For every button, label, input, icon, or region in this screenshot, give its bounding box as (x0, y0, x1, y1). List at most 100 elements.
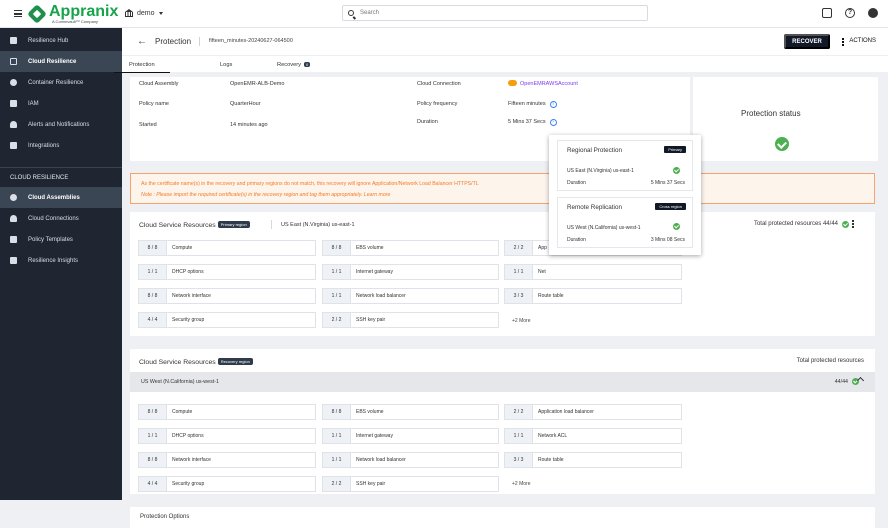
sidebar: Resilience Hub Cloud Resilience Containe… (0, 28, 122, 500)
container-icon (10, 79, 17, 86)
check-circle-icon (842, 221, 849, 228)
check-circle-icon (775, 137, 789, 151)
resource-route-table: 3 / 3 Route table (504, 288, 682, 304)
sidebar-item-policy-templates[interactable]: Policy Templates (0, 229, 122, 250)
recover-button[interactable]: RECOVER (784, 34, 830, 49)
template-icon (10, 236, 17, 243)
policy-frequency: Fifteen minutes i (508, 101, 557, 108)
remote-replication-title: Remote Replication (567, 204, 622, 211)
more-recovery-resources-link[interactable]: +2 More (512, 481, 530, 487)
tabs: Protection Logs Recovery 0 (114, 55, 888, 73)
insight-icon (10, 257, 17, 264)
recovery-count-badge: 0 (304, 62, 311, 67)
integration-icon (10, 142, 17, 149)
primary-region-badge: Primary region (217, 221, 250, 228)
recovery-region-row[interactable]: US West (N.California) us-west-1 44/44 (130, 372, 875, 392)
more-resources-link[interactable]: +2 More (512, 318, 530, 324)
recovery-resource-ebs-volume: 8 / 8 EBS volume (322, 404, 499, 420)
tenant-name: demo (137, 9, 155, 17)
cloud-icon (508, 80, 517, 86)
certificate-warning: As the certificate name(s) in the recove… (130, 173, 875, 204)
more-vertical-icon[interactable] (852, 220, 854, 228)
resilience-icon (10, 58, 17, 65)
home-icon (10, 37, 17, 44)
duration: 5 Mins 37 Secs › (508, 119, 557, 126)
tab-logs[interactable]: Logs (220, 62, 232, 68)
arrow-right-icon[interactable]: › (549, 119, 557, 126)
bank-admin-icon[interactable] (822, 8, 832, 18)
sidebar-section-title: CLOUD RESILIENCE (0, 167, 122, 187)
sidebar-item-cloud-assemblies[interactable]: Cloud Assemblies (0, 187, 122, 208)
protection-options-title: Protection Options (140, 514, 190, 520)
sidebar-item-iam[interactable]: IAM (0, 93, 122, 114)
recovery-region-count: 44/44 (834, 379, 848, 385)
sidebar-item-cloud-resilience[interactable]: Cloud Resilience (0, 51, 122, 72)
sidebar-item-cloud-connections[interactable]: Cloud Connections (0, 208, 122, 229)
sidebar-item-resilience-insights[interactable]: Resilience Insights (0, 250, 122, 271)
recovery-resources-title: Cloud Service Resources Recovery region (139, 358, 253, 366)
sidebar-item-resilience-hub[interactable]: Resilience Hub (0, 30, 122, 51)
search-placeholder: Search (360, 10, 380, 16)
cloud-connection-link[interactable]: OpenEMRAWSAccount (508, 80, 578, 87)
apprenda-logo-icon (27, 4, 47, 24)
sidebar-item-alerts[interactable]: Alerts and Notifications (0, 114, 122, 135)
regional-duration: 5 Mins 37 Secs (650, 180, 685, 186)
logo[interactable]: Appranix A Commvault™ Company (27, 4, 118, 24)
check-circle-icon (673, 223, 680, 230)
info-icon[interactable]: i (549, 101, 557, 108)
policy-name-value: QuarterHour (230, 101, 261, 107)
protection-options-section: Protection Options (130, 507, 875, 528)
recovery-resource-ssh-key-pair: 2 / 2 SSH key pair (322, 476, 499, 492)
warning-message: As the certificate name(s) in the recove… (141, 181, 479, 187)
recovery-resource-dhcp-options: 1 / 1 DHCP options (138, 428, 316, 444)
remote-region: US West (N.California) us-west-1 (567, 225, 641, 231)
tab-protection[interactable]: Protection (114, 62, 169, 73)
arrow-left-icon[interactable]: ← (137, 36, 147, 47)
resource-network-load-balancer: 1 / 1 Network load balancer (322, 288, 499, 304)
recovery-region: US West (N.California) us-west-1 (141, 379, 219, 385)
cloud-connection-label: Cloud Connection (417, 81, 461, 87)
duration-label: Duration (417, 119, 438, 125)
actions-button[interactable]: ACTIONS (842, 38, 876, 46)
regional-region: US East (N.Virginia) us-east-1 (567, 168, 634, 174)
menu-icon[interactable] (14, 10, 22, 17)
protection-status-title: Protection status (741, 109, 801, 118)
top-bar: Appranix A Commvault™ Company demo Searc… (0, 0, 888, 28)
title-divider (199, 37, 200, 46)
sidebar-item-container-resilience[interactable]: Container Resilience (0, 72, 122, 93)
total-protected-resources: Total protected resources 44/44 (753, 221, 838, 227)
recovery-resource-network-interface: 8 / 8 Network interface (138, 452, 316, 468)
remote-replication-section: Remote Replication Cross region US West … (557, 197, 693, 248)
primary-resources-title: Cloud Service Resources Primary region (139, 221, 250, 229)
resource-security-group: 4 / 4 Security group (138, 312, 316, 328)
help-icon[interactable]: ? (845, 8, 855, 18)
primary-resources-card: Cloud Service Resources Primary region US… (130, 212, 875, 336)
policy-frequency-label: Policy frequency (417, 101, 458, 107)
policy-name-label: Policy name (139, 101, 169, 107)
more-vertical-icon (842, 38, 845, 46)
tenant-selector[interactable]: demo (125, 9, 163, 17)
bank-icon (125, 9, 133, 17)
regional-protection-section: Regional Protection Primary US East (N.V… (557, 140, 693, 191)
recovery-resource-application-load-balancer: 2 / 2 Application load balancer (504, 404, 682, 420)
search-icon (348, 10, 354, 16)
resource-network-interface: 8 / 8 Network interface (138, 288, 316, 304)
page-title: Protection (155, 37, 192, 46)
tab-recovery[interactable]: Recovery 0 (277, 62, 311, 68)
cloud-assembly-label: Cloud Assembly (139, 81, 179, 87)
page-header: ← Protection fifteen_minutes-20240627-06… (122, 28, 888, 55)
recovery-region-badge: Recovery region (217, 358, 253, 365)
duration-breakdown-popover: Regional Protection Primary US East (N.V… (549, 135, 701, 255)
user-avatar-icon[interactable] (868, 8, 878, 18)
remote-duration-label: Duration (567, 237, 586, 243)
search-input[interactable]: Search (342, 5, 648, 21)
sidebar-item-integrations[interactable]: Integrations (0, 135, 122, 156)
resource-internet-gateway: 1 / 1 Internet gateway (322, 264, 499, 280)
learn-more-link[interactable]: Learn more (364, 192, 391, 198)
cloud-icon (10, 215, 17, 222)
remote-duration: 3 Mins 08 Secs (650, 237, 685, 243)
resource-ebs-volume: 8 / 8 EBS volume (322, 240, 499, 256)
warning-note: Note : Please import the required certif… (141, 192, 391, 198)
recovery-resource-route-table: 3 / 3 Route table (504, 452, 682, 468)
logo-subtext: A Commvault™ Company (52, 19, 99, 24)
